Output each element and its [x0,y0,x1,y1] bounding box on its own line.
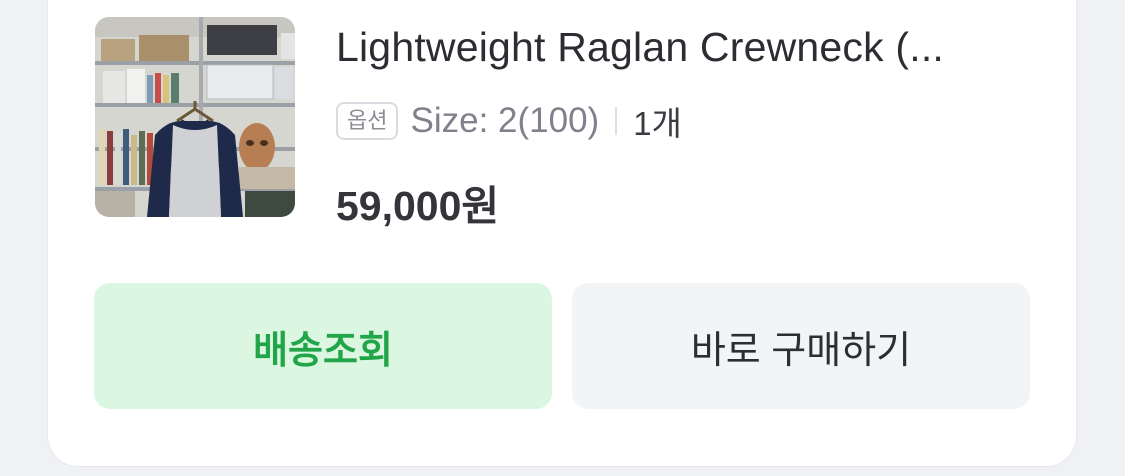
buy-now-button[interactable]: 바로 구매하기 [572,283,1030,409]
option-size: Size: 2(100) [410,101,600,140]
product-price: 59,000원 [336,183,500,229]
track-delivery-button[interactable]: 배송조회 [94,283,552,409]
product-thumbnail[interactable] [95,17,295,217]
product-title[interactable]: Lightweight Raglan Crewneck (... [336,24,1016,71]
option-badge: 옵션 [336,102,399,140]
quantity-label: 1개 [633,105,682,142]
option-divider [615,107,618,135]
option-row: 옵션 Size: 2(100) 1개 [336,96,682,146]
